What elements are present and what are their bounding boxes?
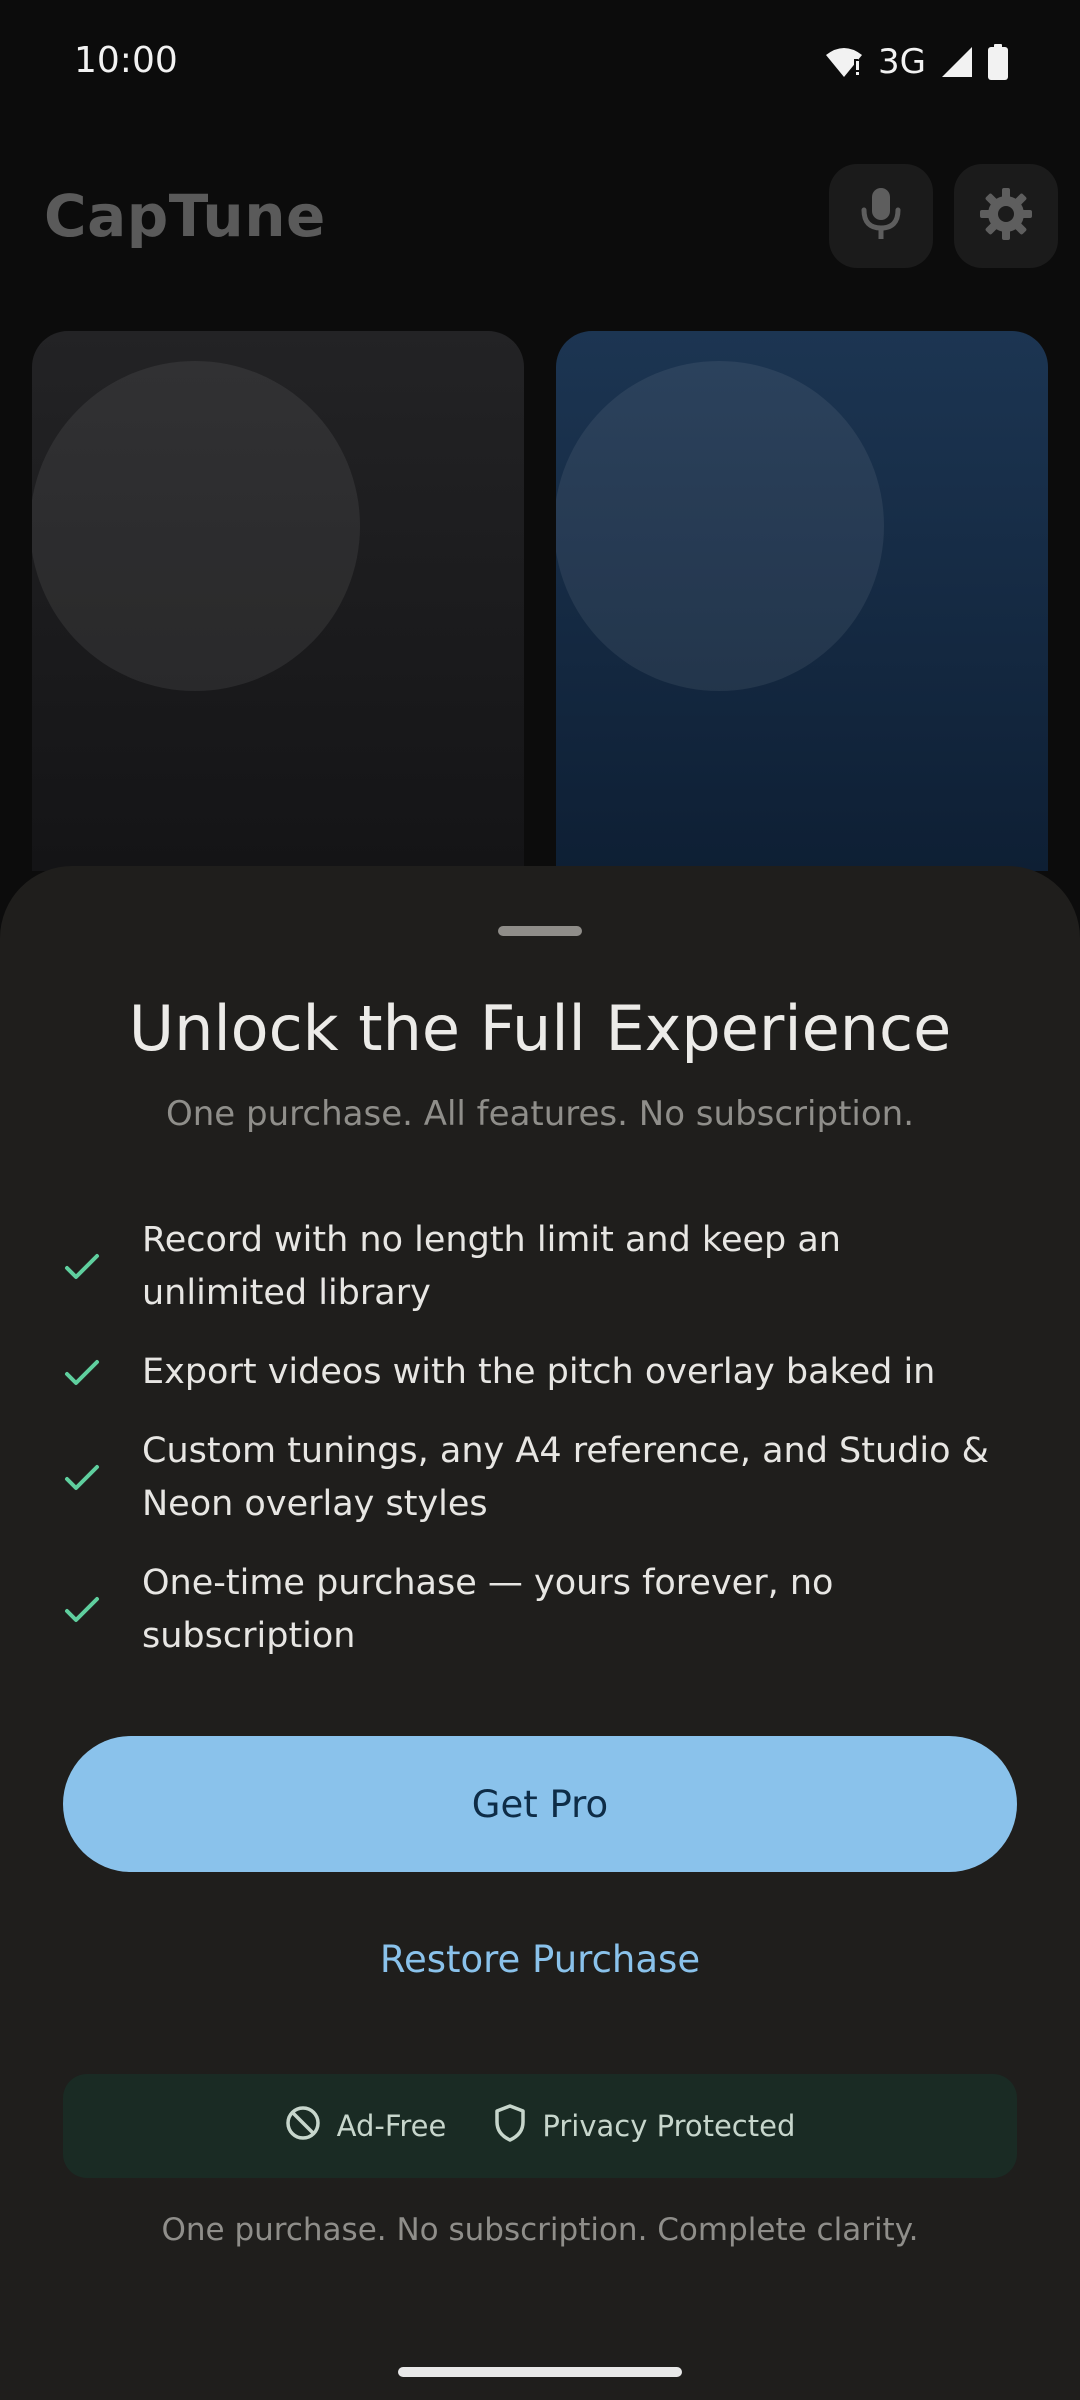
mic-button[interactable] xyxy=(829,164,933,268)
badge-label: Privacy Protected xyxy=(542,2109,796,2143)
status-icons: 3G xyxy=(824,42,1008,82)
badge-label: Ad-Free xyxy=(336,2109,447,2143)
feature-item: Export videos with the pitch overlay bak… xyxy=(64,1346,1004,1399)
paywall-sheet: Unlock the Full Experience One purchase.… xyxy=(0,866,1080,2400)
status-time: 10:00 xyxy=(74,40,178,81)
drag-handle[interactable] xyxy=(498,926,582,936)
mic-icon xyxy=(859,186,903,246)
app-bar: CapTune xyxy=(0,150,1080,290)
app-title: CapTune xyxy=(44,182,326,250)
wifi-icon xyxy=(824,45,864,79)
paywall-subtitle: One purchase. All features. No subscript… xyxy=(166,1094,914,1134)
card-circle-decoration xyxy=(32,361,360,691)
check-icon xyxy=(64,1596,142,1624)
feature-item: Record with no length limit and keep an … xyxy=(64,1214,1004,1320)
footer-note: One purchase. No subscription. Complete … xyxy=(161,2212,919,2248)
badge-ad-free: Ad-Free xyxy=(285,2105,447,2148)
feature-text: Record with no length limit and keep an … xyxy=(142,1220,841,1313)
status-bar: 10:00 3G xyxy=(0,0,1080,130)
signal-icon xyxy=(940,45,974,79)
feature-list: Record with no length limit and keep an … xyxy=(64,1214,1004,1689)
home-indicator[interactable] xyxy=(398,2367,682,2377)
feature-text: Export videos with the pitch overlay bak… xyxy=(142,1352,936,1392)
card-circle-decoration xyxy=(556,361,884,691)
network-type: 3G xyxy=(878,42,926,82)
get-pro-button[interactable]: Get Pro xyxy=(63,1736,1017,1872)
check-icon xyxy=(64,1464,142,1492)
mode-card-left[interactable] xyxy=(32,331,524,871)
badge-privacy: Privacy Protected xyxy=(494,2103,796,2149)
shield-icon xyxy=(494,2103,526,2149)
block-icon xyxy=(285,2105,321,2148)
feature-item: One-time purchase — yours forever, no su… xyxy=(64,1557,1004,1663)
paywall-title: Unlock the Full Experience xyxy=(128,992,952,1065)
check-icon xyxy=(64,1253,142,1281)
restore-purchase-button[interactable]: Restore Purchase xyxy=(0,1938,1080,1981)
gear-icon xyxy=(978,186,1034,246)
battery-icon xyxy=(988,44,1008,80)
mode-card-right[interactable] xyxy=(556,331,1048,871)
feature-item: Custom tunings, any A4 reference, and St… xyxy=(64,1425,1004,1531)
check-icon xyxy=(64,1359,142,1387)
feature-text: Custom tunings, any A4 reference, and St… xyxy=(142,1431,989,1524)
trust-badges: Ad-Free Privacy Protected xyxy=(63,2074,1017,2178)
feature-text: One-time purchase — yours forever, no su… xyxy=(142,1563,834,1656)
settings-button[interactable] xyxy=(954,164,1058,268)
